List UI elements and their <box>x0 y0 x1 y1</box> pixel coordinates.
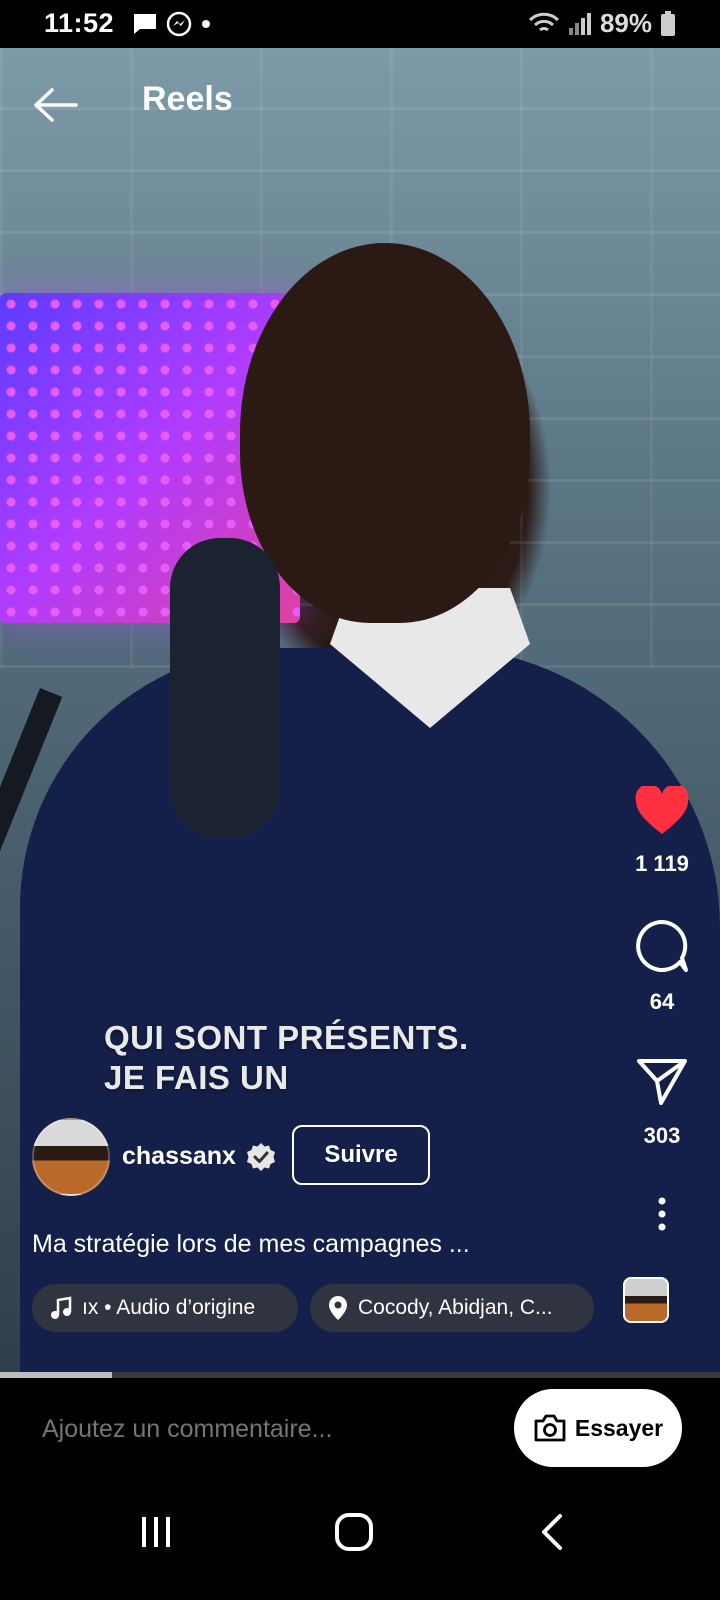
location-pin-icon <box>329 1296 347 1320</box>
author-avatar[interactable] <box>32 1118 110 1196</box>
battery-icon <box>661 10 675 36</box>
arrow-left-icon <box>34 88 78 122</box>
video-caption-line: JE FAIS UN <box>104 1059 289 1096</box>
audio-label: ıx • Audio d’origine <box>82 1296 256 1319</box>
comment-count: 64 <box>649 989 675 1014</box>
follow-button[interactable]: Suivre <box>292 1125 430 1185</box>
location-label: Cocody, Abidjan, C... <box>358 1296 553 1319</box>
comment-icon <box>636 920 688 972</box>
camera-icon <box>534 1414 566 1442</box>
audio-chip[interactable]: ıx • Audio d’origine <box>32 1284 298 1332</box>
follow-button-label: Suivre <box>324 1141 398 1168</box>
comment-button[interactable]: 64 <box>612 918 712 1015</box>
recent-apps-button[interactable] <box>126 1502 186 1562</box>
like-button[interactable]: 1 119 <box>612 784 712 877</box>
send-icon <box>637 1059 687 1105</box>
like-count: 1 119 <box>635 851 689 876</box>
dot-icon <box>202 20 210 28</box>
more-options-button[interactable] <box>612 1196 712 1237</box>
home-button[interactable] <box>324 1502 384 1562</box>
notification-icons <box>132 11 212 37</box>
comment-input[interactable] <box>40 1414 484 1445</box>
location-chip[interactable]: Cocody, Abidjan, C... <box>310 1284 594 1332</box>
try-button[interactable]: Essayer <box>514 1389 682 1467</box>
back-icon <box>542 1514 562 1550</box>
author-username[interactable]: chassanx <box>122 1142 236 1171</box>
more-vertical-icon <box>658 1197 666 1231</box>
battery-percent: 89% <box>599 8 652 38</box>
recent-apps-icon <box>142 1517 170 1547</box>
heart-icon <box>635 784 689 834</box>
system-back-button[interactable] <box>522 1502 582 1562</box>
try-button-label: Essayer <box>574 1414 664 1441</box>
share-count: 303 <box>643 1123 681 1148</box>
microphone <box>170 538 280 838</box>
home-icon <box>335 1513 373 1551</box>
status-bar: 11:52 89% <box>0 0 720 48</box>
page-title: Reels <box>142 80 233 118</box>
status-right: 89% <box>528 8 676 39</box>
share-button[interactable]: 303 <box>612 1056 712 1149</box>
wifi-icon <box>528 12 560 31</box>
signal-icon <box>568 12 591 35</box>
system-nav-bar <box>0 1478 720 1600</box>
music-note-icon <box>51 1296 72 1319</box>
post-description[interactable]: Ma stratégie lors de mes campagnes ... <box>32 1230 470 1259</box>
video-caption: QUI SONT PRÉSENTS. JE FAIS UN <box>104 1018 469 1098</box>
verified-badge-icon <box>247 1143 275 1171</box>
messenger-icon <box>166 11 192 37</box>
audio-thumbnail[interactable] <box>623 1277 669 1323</box>
back-button[interactable] <box>30 80 80 130</box>
video-caption-line: QUI SONT PRÉSENTS. <box>104 1019 469 1056</box>
person-head <box>240 243 530 623</box>
message-icon <box>134 14 156 34</box>
status-time: 11:52 <box>44 8 115 38</box>
